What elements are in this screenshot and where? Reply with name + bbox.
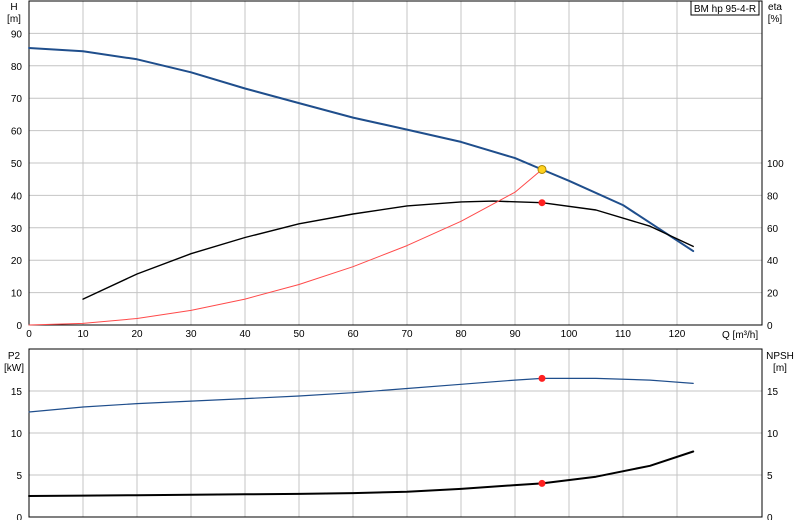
left-tick-label: 20 [11, 256, 23, 267]
left-tick-label: 10 [11, 429, 23, 440]
right-tick-label: 100 [767, 159, 784, 170]
right-tick-label: 80 [767, 191, 779, 202]
upper-markers [537, 164, 547, 207]
left-tick-label: 0 [16, 513, 22, 520]
p2-axis-ticks: 0 5 10 15 [11, 387, 23, 524]
x-tick-label: 60 [347, 329, 359, 340]
npsh-axis-name: NPSH [766, 351, 794, 362]
left-tick-label: 10 [11, 289, 23, 300]
eta-axis-name: eta [768, 2, 782, 13]
head-axis-unit: [m] [7, 14, 21, 25]
head-axis-ticks: 0 10 20 30 40 50 60 70 80 90 [11, 29, 23, 332]
right-tick-label: 20 [767, 289, 779, 300]
x-tick-label: 120 [669, 329, 686, 340]
x-tick-label: 40 [239, 329, 251, 340]
p2-axis-name: P2 [8, 351, 21, 362]
x-tick-label: 20 [131, 329, 143, 340]
x-tick-label: 80 [455, 329, 467, 340]
operating-point-marker [538, 479, 546, 487]
operating-point-marker [537, 164, 547, 174]
eta-axis-unit: [%] [768, 14, 783, 25]
x-tick-label: 110 [615, 329, 631, 340]
upper-panel: H [m] eta [%] BM hp 95-4-R Q [m³/h] 0 10 2… [7, 0, 784, 341]
left-tick-label: 0 [16, 321, 22, 332]
pump-performance-chart: H [m] eta [%] BM hp 95-4-R Q [m³/h] 0 10 2… [4, 0, 794, 524]
head-axis-name: H [10, 2, 17, 13]
x-tick-label: 10 [77, 329, 89, 340]
left-tick-label: 50 [11, 159, 23, 170]
right-tick-label: 0 [767, 513, 773, 520]
eta-curve [82, 200, 694, 300]
left-tick-label: 70 [11, 94, 23, 105]
right-tick-label: 40 [767, 256, 779, 267]
npsh-axis-unit: [m] [773, 363, 787, 374]
lower-series [28, 377, 695, 497]
p2-axis-unit: [kW] [4, 363, 24, 374]
lower-panel: P2 [kW] NPSH [m] 0 5 10 15 0 5 10 15 [4, 348, 794, 524]
x-tick-label: 0 [26, 329, 32, 340]
left-tick-label: 15 [11, 387, 23, 398]
system-curve [28, 169, 543, 326]
right-tick-label: 60 [767, 224, 779, 235]
operating-point-marker [538, 199, 546, 207]
eta-axis-ticks: 0 20 40 60 80 100 [767, 159, 784, 332]
operating-point-marker [538, 374, 546, 382]
left-tick-label: 90 [11, 29, 23, 40]
upper-grid [29, 1, 762, 325]
left-tick-label: 80 [11, 62, 23, 73]
x-tick-label: 90 [509, 329, 521, 340]
left-tick-label: 40 [11, 191, 23, 202]
x-tick-label: 30 [185, 329, 197, 340]
left-tick-label: 30 [11, 224, 23, 235]
left-tick-label: 5 [16, 471, 22, 482]
p2-curve [28, 377, 694, 413]
npsh-axis-ticks: 0 5 10 15 [767, 387, 779, 524]
left-tick-label: 60 [11, 127, 23, 138]
lower-markers [538, 374, 546, 487]
right-tick-label: 15 [767, 387, 779, 398]
pump-model-label: BM hp 95-4-R [694, 4, 756, 15]
flow-axis-label: Q [m³/h] [722, 330, 758, 341]
x-tick-label: 70 [401, 329, 413, 340]
upper-series [28, 47, 695, 326]
x-tick-label: 100 [561, 329, 578, 340]
x-tick-label: 50 [293, 329, 305, 340]
npsh-curve [28, 450, 695, 497]
right-tick-label: 5 [767, 471, 773, 482]
right-tick-label: 10 [767, 429, 779, 440]
head-curve [28, 47, 695, 253]
right-tick-label: 0 [767, 321, 773, 332]
flow-axis-ticks: 0 10 20 30 40 50 60 70 80 90 100 110 120 [26, 329, 686, 340]
